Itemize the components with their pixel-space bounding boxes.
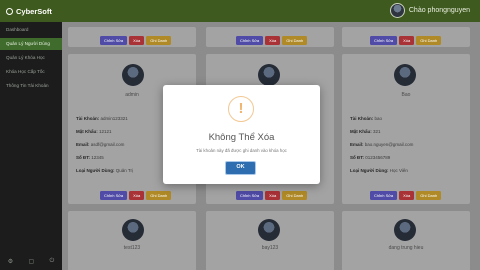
user-card: test123 — [68, 211, 196, 270]
user-info: Tài Khoản: bao Mật Khẩu: 321 Email: bao.… — [350, 112, 468, 177]
sidebar-item-user-management[interactable]: Quản Lý Người Dùng — [0, 38, 62, 50]
phone-value: 12345 — [91, 155, 104, 160]
register-button[interactable]: Ghi Danh — [146, 191, 172, 200]
dialog-title: Không Thể Xóa — [208, 132, 275, 143]
app-name: CyberSoft — [16, 6, 52, 16]
delete-button[interactable]: Xóa — [129, 36, 145, 45]
user-card: Bao Tài Khoản: bao Mật Khẩu: 321 Email: … — [342, 54, 470, 204]
power-icon[interactable]: ⏻ — [50, 258, 55, 265]
user-greeting: Chào phongnguyen — [408, 7, 470, 14]
password-label: Mật Khẩu: — [76, 129, 98, 134]
user-card: Chỉnh Sửa Xóa Ghi Danh — [206, 27, 334, 47]
avatar — [394, 64, 416, 86]
phone-label: Số ĐT: — [76, 155, 90, 160]
password-label: Mật Khẩu: — [350, 129, 372, 134]
delete-button[interactable]: Xóa — [265, 191, 281, 200]
user-name: test123 — [123, 245, 141, 251]
type-value: Quản Trị — [115, 168, 133, 173]
delete-button[interactable]: Xóa — [399, 36, 415, 45]
sidebar: Dashboard Quản Lý Người Dùng Quản Lý Khó… — [0, 22, 62, 270]
sidebar-footer: ⚙ ▢ ⏻ — [0, 252, 62, 270]
dialog-message: Tài khoản này đã được ghi danh vào khóa … — [196, 148, 287, 153]
settings-icon[interactable]: ⚙ — [8, 258, 13, 265]
password-value: 321 — [373, 129, 381, 134]
top-bar: CyberSoft Chào phongnguyen — [0, 0, 480, 22]
type-label: Loại Người Dùng: — [76, 168, 115, 173]
avatar — [258, 219, 280, 241]
type-label: Loại Người Dùng: — [350, 168, 389, 173]
logo-icon — [6, 7, 13, 15]
email-label: Email: — [350, 142, 364, 147]
sidebar-item-account-info[interactable]: Thông Tin Tài Khoản — [0, 80, 62, 92]
user-name: dang trung hieu — [388, 245, 424, 251]
register-button[interactable]: Ghi Danh — [146, 36, 172, 45]
account-label: Tài Khoản: — [350, 116, 374, 121]
sidebar-item-express-courses[interactable]: Khóa Học Cấp Tốc — [0, 66, 62, 78]
avatar — [122, 219, 144, 241]
edit-button[interactable]: Chỉnh Sửa — [100, 191, 128, 200]
app-logo[interactable]: CyberSoft — [6, 7, 52, 16]
edit-button[interactable]: Chỉnh Sửa — [370, 36, 398, 45]
ok-button[interactable]: OK — [225, 161, 256, 175]
sidebar-item-dashboard[interactable]: Dashboard — [0, 24, 62, 36]
account-label: Tài Khoản: — [76, 116, 100, 121]
email-value: asdf@gmail.com — [90, 142, 125, 147]
register-button[interactable]: Ghi Danh — [282, 191, 308, 200]
register-button[interactable]: Ghi Danh — [416, 191, 442, 200]
account-value: bao — [374, 116, 383, 121]
user-card: Chỉnh Sửa Xóa Ghi Danh — [68, 27, 196, 47]
register-button[interactable]: Ghi Danh — [282, 36, 308, 45]
user-name: Bao — [401, 92, 411, 98]
user-card: Chỉnh Sửa Xóa Ghi Danh — [342, 27, 470, 47]
delete-button[interactable]: Xóa — [129, 191, 145, 200]
phone-value: 0123456789 — [365, 155, 391, 160]
email-value: bao.nguyen@gmail.com — [364, 142, 414, 147]
password-value: 12121 — [99, 129, 112, 134]
type-value: Học Viên — [389, 168, 408, 173]
email-label: Email: — [76, 142, 90, 147]
user-card: dang trung hieu — [342, 211, 470, 270]
edit-button[interactable]: Chỉnh Sửa — [236, 191, 264, 200]
avatar — [394, 219, 416, 241]
user-card: bay123 — [206, 211, 334, 270]
avatar — [258, 64, 280, 86]
delete-button[interactable]: Xóa — [399, 191, 415, 200]
delete-button[interactable]: Xóa — [265, 36, 281, 45]
edit-button[interactable]: Chỉnh Sửa — [100, 36, 128, 45]
edit-button[interactable]: Chỉnh Sửa — [370, 191, 398, 200]
warning-icon: ! — [228, 96, 254, 122]
account-value: admin123321 — [100, 116, 128, 121]
cannot-delete-dialog: ! Không Thể Xóa Tài khoản này đã được gh… — [163, 85, 320, 184]
user-name: bay123 — [261, 245, 279, 251]
user-menu[interactable]: Chào phongnguyen — [389, 3, 470, 18]
edit-button[interactable]: Chỉnh Sửa — [236, 36, 264, 45]
phone-label: Số ĐT: — [350, 155, 364, 160]
register-button[interactable]: Ghi Danh — [416, 36, 442, 45]
window-icon[interactable]: ▢ — [28, 258, 34, 265]
avatar — [122, 64, 144, 86]
sidebar-item-course-management[interactable]: Quản Lý Khóa Học — [0, 52, 62, 64]
user-avatar — [389, 3, 405, 18]
